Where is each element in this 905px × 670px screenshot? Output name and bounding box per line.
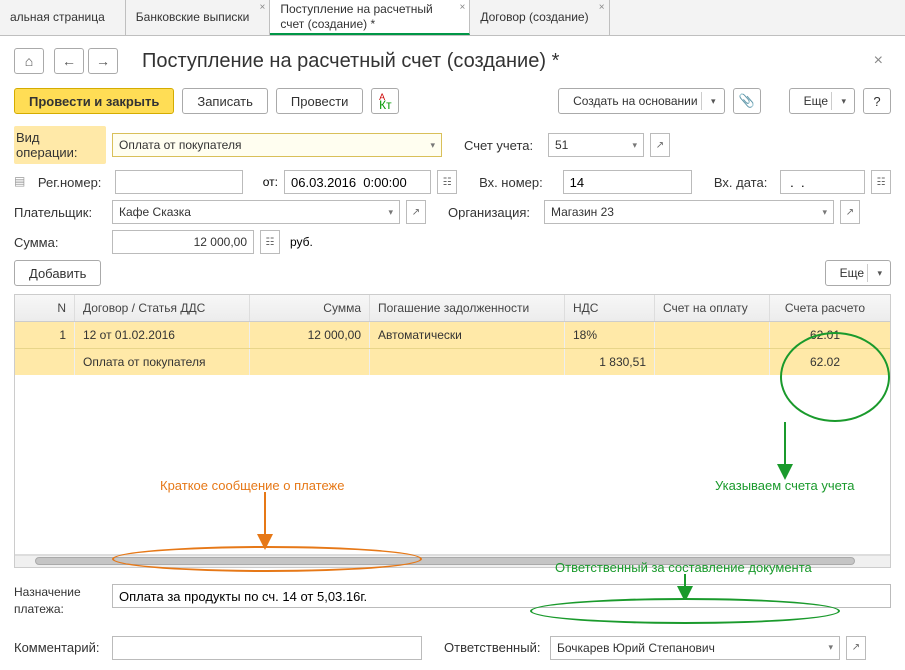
page-close-button[interactable]: × [866, 48, 891, 74]
org-field[interactable]: Магазин 23▾ [544, 200, 834, 224]
dt-kt-button[interactable]: АКт [371, 88, 399, 114]
account-field[interactable]: 51▾ [548, 133, 644, 157]
create-based-on-button[interactable]: Создать на основании [558, 88, 725, 114]
tab-bank-statements[interactable]: Банковские выписки× [126, 0, 271, 35]
operation-type-field[interactable]: Оплата от покупателя▾ [112, 133, 442, 157]
table-more-button[interactable]: Еще [825, 260, 891, 286]
post-button[interactable]: Провести [276, 88, 364, 114]
tab-receipt-create[interactable]: Поступление на расчетный счет (создание)… [270, 0, 470, 35]
page-title: Поступление на расчетный счет (создание)… [142, 50, 866, 73]
open-account-button[interactable]: ↗ [650, 133, 670, 157]
help-button[interactable]: ? [863, 88, 891, 114]
col-sum[interactable]: Сумма [250, 295, 370, 321]
add-row-button[interactable]: Добавить [14, 260, 101, 286]
col-invoice[interactable]: Счет на оплату [655, 295, 770, 321]
more-button[interactable]: Еще [789, 88, 855, 114]
footer-section: Назначение платежа: Комментарий: Ответст… [0, 580, 905, 670]
annotation-text-orange: Краткое сообщение о платеже [160, 478, 344, 493]
tab-contract-create[interactable]: Договор (создание)× [470, 0, 609, 35]
open-org-button[interactable]: ↗ [840, 200, 860, 224]
payer-field[interactable]: Кафе Сказка▾ [112, 200, 400, 224]
payments-table: N Договор / Статья ДДС Сумма Погашение з… [14, 294, 891, 568]
payer-label: Плательщик: [14, 205, 106, 220]
calendar-button[interactable]: ☷ [437, 170, 457, 194]
col-settle[interactable]: Счета расчето [770, 295, 880, 321]
table-row[interactable]: 1 12 от 01.02.2016 12 000,00 Автоматичес… [15, 322, 890, 349]
save-button[interactable]: Записать [182, 88, 268, 114]
sum-field[interactable]: 12 000,00 [112, 230, 254, 254]
nav-forward-button[interactable]: → [88, 48, 118, 74]
sum-unit: руб. [290, 235, 313, 249]
close-icon[interactable]: × [599, 2, 605, 14]
table-header: N Договор / Статья ДДС Сумма Погашение з… [15, 295, 890, 322]
sum-label: Сумма: [14, 235, 106, 250]
open-payer-button[interactable]: ↗ [406, 200, 426, 224]
close-icon[interactable]: × [260, 2, 266, 14]
reg-number-label: Рег.номер: [38, 175, 110, 190]
annotation-text-green1: Указываем счета учета [715, 478, 855, 493]
from-label: от: [263, 175, 278, 189]
col-vat[interactable]: НДС [565, 295, 655, 321]
purpose-field[interactable] [112, 584, 891, 608]
calendar-button[interactable]: ☷ [871, 170, 891, 194]
col-repay[interactable]: Погашение задолженности [370, 295, 565, 321]
attachment-button[interactable]: 📎 [733, 88, 761, 114]
purpose-label: Назначение платежа: [14, 584, 106, 618]
close-icon[interactable]: × [460, 2, 466, 14]
chevron-down-icon[interactable]: ▾ [628, 140, 637, 151]
date-from-field[interactable] [284, 170, 431, 194]
page-header: ⌂ ← → Поступление на расчетный счет (соз… [0, 36, 905, 84]
ext-date-label: Вх. дата: [714, 175, 774, 190]
reg-number-field[interactable] [115, 170, 242, 194]
operation-type-label: Вид операции: [14, 126, 106, 164]
tab-main-page[interactable]: альная страница [0, 0, 126, 35]
ext-date-field[interactable] [780, 170, 866, 194]
home-button[interactable]: ⌂ [14, 48, 44, 74]
tab-bar: альная страница Банковские выписки× Пост… [0, 0, 905, 36]
nav-back-button[interactable]: ← [54, 48, 84, 74]
table-row[interactable]: Оплата от покупателя 1 830,51 62.02 [15, 349, 890, 375]
chevron-down-icon[interactable]: ▾ [384, 207, 393, 218]
post-and-close-button[interactable]: Провести и закрыть [14, 88, 174, 114]
col-contract[interactable]: Договор / Статья ДДС [75, 295, 250, 321]
ext-number-label: Вх. номер: [479, 175, 557, 190]
form-area: Вид операции: Оплата от покупателя▾ Счет… [0, 126, 905, 254]
table-section: Добавить Еще N Договор / Статья ДДС Сумм… [14, 260, 891, 568]
table-body-empty [15, 375, 890, 555]
chevron-down-icon[interactable]: ▾ [426, 140, 435, 151]
document-icon: ▤ [14, 174, 30, 190]
annotation-text-green2: Ответственный за составление документа [555, 560, 812, 575]
main-toolbar: Провести и закрыть Записать Провести АКт… [0, 84, 905, 126]
org-label: Организация: [448, 205, 538, 220]
col-n[interactable]: N [15, 295, 75, 321]
account-label: Счет учета: [464, 138, 542, 153]
chevron-down-icon[interactable]: ▾ [818, 207, 827, 218]
ext-number-field[interactable] [563, 170, 692, 194]
calc-button[interactable]: ☷ [260, 230, 280, 254]
